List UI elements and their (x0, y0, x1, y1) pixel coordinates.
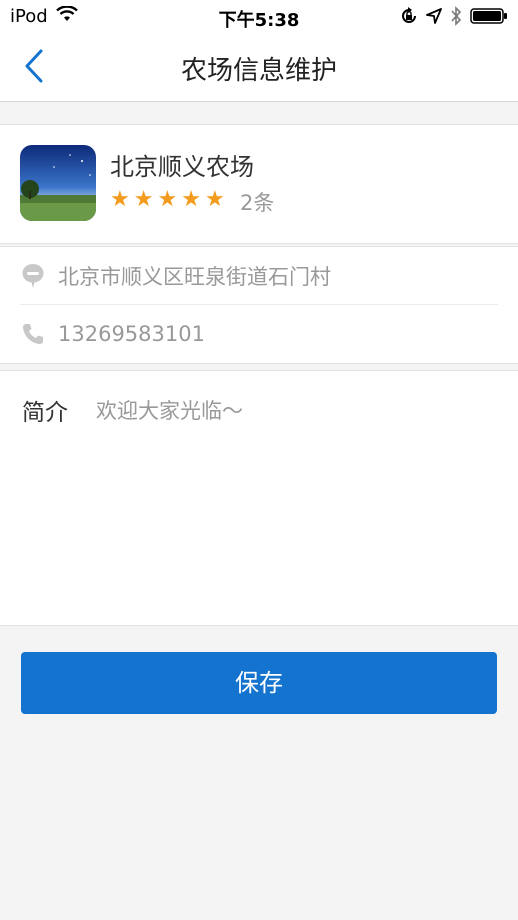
rating-stars: ★ ★ ★ ★ ★ (110, 189, 225, 211)
page-title: 农场信息维护 (180, 56, 337, 86)
phone-text: 13269583101 (58, 322, 205, 346)
battery-icon (470, 8, 508, 29)
star-icon: ★ (110, 187, 130, 212)
navigation-bar: 农场信息维护 (0, 34, 518, 102)
farm-thumbnail[interactable] (20, 145, 96, 221)
farm-summary-card[interactable]: 北京顺义农场 ★ ★ ★ ★ ★ 2条 (0, 124, 518, 244)
rotation-lock-icon (400, 7, 418, 30)
intro-label: 简介 (22, 400, 68, 426)
status-bar: iPod 下午5:38 (0, 0, 518, 34)
save-button[interactable]: 保存 (21, 652, 497, 714)
address-row[interactable]: 北京市顺义区旺泉街道石门村 (20, 247, 498, 305)
contact-info-card: 北京市顺义区旺泉街道石门村 13269583101 (0, 246, 518, 364)
status-right (400, 6, 508, 31)
intro-textarea[interactable]: 欢迎大家光临～ (96, 395, 498, 595)
star-icon: ★ (181, 187, 201, 212)
address-text: 北京市顺义区旺泉街道石门村 (58, 264, 331, 289)
review-count: 2条 (240, 191, 275, 215)
phone-row[interactable]: 13269583101 (20, 305, 498, 363)
star-icon: ★ (157, 187, 178, 212)
location-pin-icon (20, 263, 46, 289)
intro-card: 简介 欢迎大家光临～ (0, 370, 518, 626)
farm-name: 北京顺义农场 (110, 153, 254, 181)
phone-icon (20, 321, 46, 347)
star-icon: ★ (204, 187, 225, 212)
bluetooth-icon (450, 6, 462, 31)
star-icon: ★ (133, 187, 154, 212)
location-icon (426, 8, 442, 29)
